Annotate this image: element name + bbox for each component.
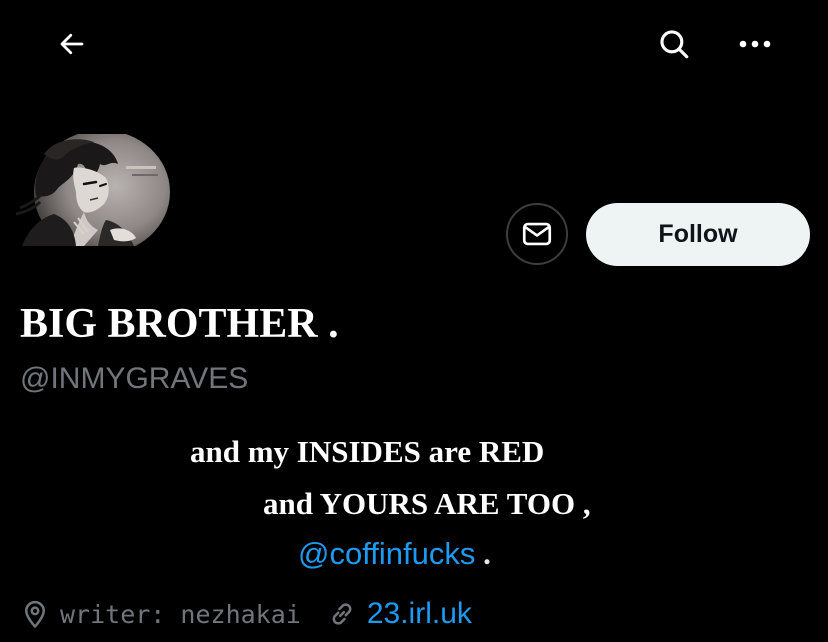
website-link[interactable]: 23.irl.uk [367, 597, 472, 631]
follow-button[interactable]: Follow [586, 203, 810, 266]
bio-line-3-suffix: . [475, 536, 491, 571]
envelope-icon [522, 222, 552, 246]
avatar-illustration [15, 134, 170, 246]
bio-line-3: @coffinfucks . [298, 536, 491, 572]
profile-meta-row: writer: nezhakai 23.irl.uk [20, 592, 472, 636]
location-pin-icon [25, 600, 45, 628]
more-horizontal-icon [739, 40, 771, 48]
link-icon [332, 603, 352, 625]
location-text: writer: nezhakai [60, 599, 301, 629]
arrow-left-icon [60, 33, 84, 55]
avatar[interactable] [14, 134, 174, 246]
search-button[interactable] [652, 22, 696, 66]
back-button[interactable] [50, 22, 94, 66]
message-button[interactable] [506, 203, 568, 265]
bio-mention-link[interactable]: @coffinfucks [298, 536, 475, 571]
location-item: writer: nezhakai [20, 599, 301, 629]
more-options-button[interactable] [732, 22, 778, 66]
website-item[interactable]: 23.irl.uk [327, 597, 472, 631]
bio-line-2: and YOURS ARE TOO , [263, 486, 591, 521]
bio-line-1: and my INSIDES are RED [190, 434, 545, 469]
display-name: BIG BROTHER . [20, 301, 339, 347]
search-icon [660, 30, 689, 59]
user-handle: @INMYGRAVES [20, 362, 249, 395]
